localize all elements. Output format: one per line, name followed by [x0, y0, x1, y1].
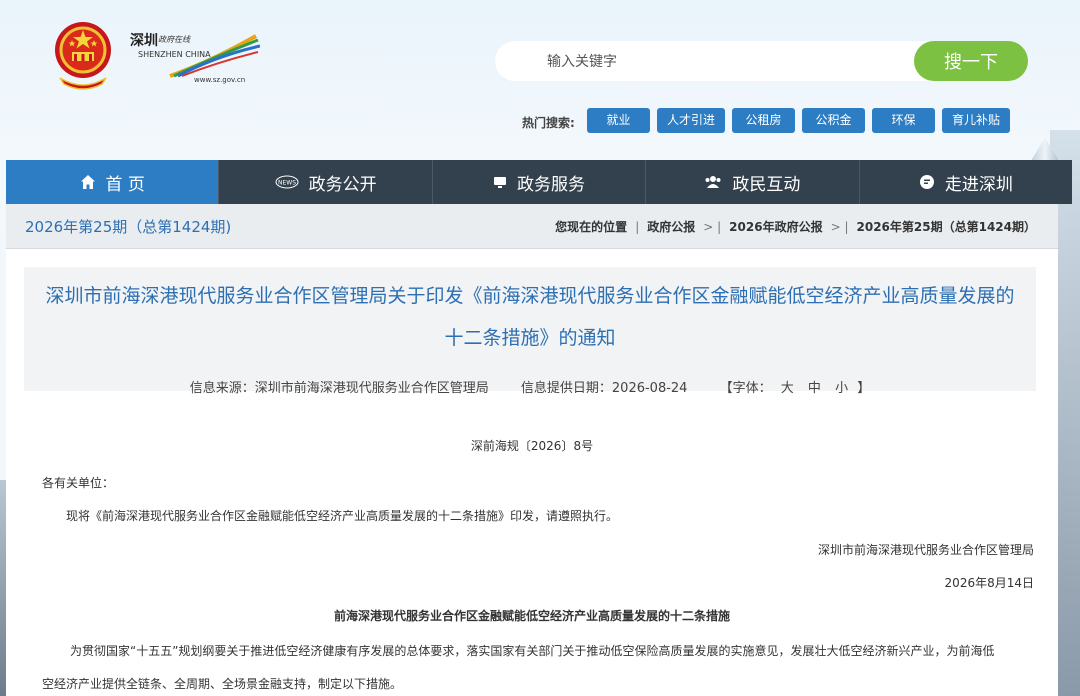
svg-text:NEWS: NEWS [278, 180, 296, 187]
breadcrumb-separator: > | [703, 219, 722, 234]
recipient: 各有关单位： [42, 476, 115, 490]
article-source: 信息来源：深圳市前海深港现代服务业合作区管理局 [189, 381, 489, 396]
site-logo[interactable]: 深圳 政府在线 SHENZHEN CHINA www.sz.gov.cn [130, 30, 260, 88]
article-title-line1: 深圳市前海深港现代服务业合作区管理局关于印发《前海深港现代服务业合作区金融赋能低… [45, 285, 1015, 307]
breadcrumb-separator: | [635, 219, 640, 234]
font-size-small[interactable]: 小 [835, 381, 848, 396]
measures-subtitle: 前海深港现代服务业合作区金融赋能低空经济产业高质量发展的十二条措施 [333, 609, 730, 623]
breadcrumb-separator: > | [830, 219, 849, 234]
chat-icon [919, 175, 934, 189]
nav-public-interaction-label: 政民互动 [732, 174, 801, 195]
hot-tag-public-rental[interactable]: 公租房 [732, 108, 796, 133]
article-title: 深圳市前海深港现代服务业合作区管理局关于印发《前海深港现代服务业合作区金融赋能低… [24, 275, 1036, 359]
font-size-close: 】 [857, 381, 871, 396]
paragraph-line-1: 为贯彻国家“十五五”规划纲要关于推进低空经济健康有序发展的总体要求，落实国家有关… [70, 644, 995, 658]
search-button[interactable]: 搜一下 [914, 41, 1028, 81]
paragraph-line-2: 空经济产业提供全链条、全周期、全场景金融支持，制定以下措施。 [42, 677, 403, 691]
sign-date: 2026年8月14日 [944, 576, 1034, 590]
hot-search-tags: 就业 人才引进 公租房 公积金 环保 育儿补贴 [587, 108, 1011, 133]
logo-url: www.sz.gov.cn [194, 76, 246, 84]
nav-government-services[interactable]: 政务服务 [433, 160, 647, 204]
nav-home[interactable]: 首 页 [6, 160, 220, 204]
search-input[interactable] [495, 41, 915, 81]
national-emblem-icon [55, 22, 111, 90]
breadcrumb-item-gazette[interactable]: 政府公报 [647, 218, 695, 235]
breadcrumb: 您现在的位置 | 政府公报 > | 2026年政府公报 > | 2026年第25… [555, 218, 1036, 235]
article-title-line2: 十二条措施》的通知 [444, 327, 616, 349]
signature: 深圳市前海深港现代服务业合作区管理局 [817, 543, 1034, 557]
logo-text-sub: 政府在线 [158, 35, 190, 44]
nav-home-label: 首 页 [105, 174, 145, 195]
logo-text-cn: 深圳 [130, 33, 158, 49]
nav-government-affairs[interactable]: NEWS 政务公开 [219, 160, 433, 204]
font-size-medium[interactable]: 中 [808, 381, 821, 396]
nav-government-affairs-label: 政务公开 [308, 174, 377, 195]
article-date: 信息提供日期：2026-08-24 [520, 381, 688, 396]
hot-tag-childcare-subsidy[interactable]: 育儿补贴 [942, 108, 1011, 133]
hot-tag-jobs[interactable]: 就业 [587, 108, 650, 133]
breadcrumb-item-issue[interactable]: 2026年第25期（总第1424期） [857, 218, 1037, 235]
article-header: 深圳市前海深港现代服务业合作区管理局关于印发《前海深港现代服务业合作区金融赋能低… [24, 267, 1036, 396]
news-icon: NEWS [275, 175, 299, 189]
article: 深圳市前海深港现代服务业合作区管理局关于印发《前海深港现代服务业合作区金融赋能低… [6, 249, 1058, 696]
hot-tag-talent[interactable]: 人才引进 [657, 108, 726, 133]
hot-tag-environment[interactable]: 环保 [872, 108, 936, 133]
font-size-large[interactable]: 大 [781, 381, 794, 396]
hot-search-label: 热门搜索: [522, 116, 575, 130]
search-box: 搜一下 [495, 41, 1028, 81]
document-number: 深前海规〔2026〕8号 [470, 439, 594, 453]
main-nav: 首 页 NEWS 政务公开 政务服务 政民互动 走进深圳 [6, 160, 1072, 204]
nav-explore-shenzhen-label: 走进深圳 [944, 174, 1013, 195]
breadcrumb-location-label: 您现在的位置 [555, 220, 628, 234]
home-icon [80, 175, 95, 189]
article-meta: 信息来源：深圳市前海深港现代服务业合作区管理局 信息提供日期：2026-08-2… [24, 377, 1036, 396]
breadcrumb-item-2026-gazette[interactable]: 2026年政府公报 [729, 218, 822, 235]
nav-explore-shenzhen[interactable]: 走进深圳 [860, 160, 1072, 204]
issue-label: 2026年第25期（总第1424期) [25, 218, 232, 236]
font-size-control: 【字体： 大 中 小 】 [720, 381, 871, 396]
logo-text-en: SHENZHEN CHINA [138, 50, 211, 59]
nav-government-services-label: 政务服务 [517, 174, 586, 195]
breadcrumb-bar: 2026年第25期（总第1424期) 您现在的位置 | 政府公报 > | 202… [6, 204, 1058, 249]
body-line: 现将《前海深港现代服务业合作区金融赋能低空经济产业高质量发展的十二条措施》印发，… [66, 509, 619, 523]
monitor-icon [494, 177, 507, 188]
font-size-label: 【字体： [719, 381, 772, 396]
nav-public-interaction[interactable]: 政民互动 [646, 160, 860, 204]
users-icon [705, 176, 721, 188]
hot-tag-housing-fund[interactable]: 公积金 [802, 108, 866, 133]
